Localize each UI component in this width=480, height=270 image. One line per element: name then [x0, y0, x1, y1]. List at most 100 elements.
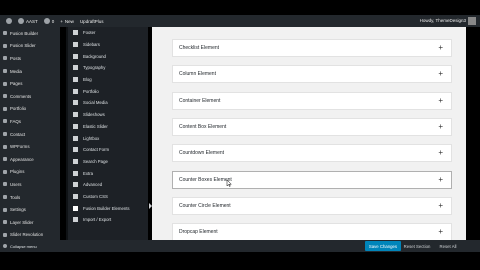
- admin-menu-item[interactable]: Posts: [0, 52, 60, 65]
- admin-menu-item[interactable]: Plugins: [0, 166, 60, 179]
- avatar[interactable]: [468, 17, 476, 25]
- element-row[interactable]: Container Element +: [172, 91, 452, 110]
- collapse-icon: [3, 244, 7, 248]
- admin-menu-item[interactable]: Settings: [0, 203, 60, 216]
- options-panel-item[interactable]: Fusion Builder Elements: [68, 202, 148, 214]
- save-changes-button[interactable]: Save Changes: [365, 241, 401, 251]
- element-label: Checklist Element: [179, 45, 220, 51]
- collapse-label: Collapse menu: [10, 243, 37, 249]
- new-item[interactable]: + New: [60, 19, 74, 24]
- main-content: Checklist Element + Column Element + Contain…: [152, 27, 466, 251]
- options-panel-item[interactable]: Custom CSS: [68, 191, 148, 203]
- expand-plus-icon[interactable]: +: [438, 96, 443, 105]
- admin-menu-item[interactable]: Layer Slider: [0, 216, 60, 229]
- element-label: Counter Boxes Element: [179, 176, 232, 183]
- howdy-user[interactable]: Howdy, ThemeDesign3: [420, 18, 466, 23]
- element-row[interactable]: Checklist Element +: [172, 39, 452, 57]
- wordpress-icon: [6, 18, 12, 24]
- menu-item-label: Settings: [10, 207, 26, 213]
- options-panel-item[interactable]: Lightbox: [68, 132, 148, 144]
- expand-plus-icon[interactable]: +: [438, 122, 443, 131]
- menu-item-icon: [3, 144, 7, 149]
- comments-item[interactable]: 0: [43, 18, 54, 24]
- element-label: Column Element: [179, 71, 216, 78]
- menu-item-label: Comments: [10, 93, 32, 99]
- admin-menu-item[interactable]: WPForms: [0, 140, 60, 153]
- options-panel-item[interactable]: Blog: [68, 74, 148, 86]
- options-item-icon: [73, 88, 78, 94]
- admin-menu-item[interactable]: Portfolio: [0, 103, 60, 116]
- menu-item-label: Tools: [10, 194, 21, 200]
- element-row[interactable]: Countdown Element +: [172, 144, 452, 163]
- options-panel-item[interactable]: Extra: [68, 167, 148, 179]
- expand-plus-icon[interactable]: +: [438, 149, 443, 157]
- options-panel-item[interactable]: Import / Export: [68, 214, 148, 226]
- options-panel-item[interactable]: Advanced: [68, 179, 148, 191]
- menu-item-label: Users: [10, 181, 22, 187]
- admin-menu-item[interactable]: Users: [0, 178, 60, 191]
- wordpress-logo-item[interactable]: [6, 18, 12, 24]
- admin-menu-item[interactable]: Media: [0, 65, 60, 78]
- admin-menu-item[interactable]: FAQs: [0, 115, 60, 128]
- admin-menu-item[interactable]: Appearance: [0, 153, 60, 166]
- options-panel: Footer Sidebars Background Typography Blog Po…: [66, 27, 152, 251]
- options-item-label: Contact Form: [83, 147, 110, 153]
- options-panel-item[interactable]: Elastic Slider: [68, 121, 148, 133]
- menu-item-label: Slider Revolution: [10, 232, 44, 238]
- admin-menu-item[interactable]: Contact: [0, 128, 60, 141]
- options-item-icon: [73, 170, 78, 176]
- menu-item-label: Fusion Slider: [10, 43, 36, 49]
- menu-item-label: Contact: [10, 131, 26, 137]
- options-item-icon: [73, 100, 78, 106]
- plus-icon: +: [60, 18, 63, 24]
- expand-plus-icon[interactable]: +: [438, 175, 443, 184]
- options-item-label: Typography: [83, 65, 106, 71]
- reset-section-button[interactable]: Reset Section: [403, 241, 431, 251]
- admin-menu-item[interactable]: Tools: [0, 191, 60, 204]
- options-item-icon: [73, 77, 78, 83]
- menu-item-icon: [3, 94, 7, 99]
- menu-item-icon: [3, 56, 7, 61]
- updraft-item[interactable]: UpdraftPlus: [80, 19, 104, 24]
- menu-item-icon: [3, 43, 7, 48]
- options-panel-item[interactable]: Social Media: [68, 97, 148, 109]
- element-row[interactable]: Dropcap Element +: [172, 223, 452, 242]
- element-label: Countdown Element: [179, 150, 225, 157]
- element-row[interactable]: Column Element +: [172, 65, 452, 84]
- collapse-menu-button[interactable]: Collapse menu: [0, 240, 60, 252]
- options-item-icon: [73, 123, 78, 129]
- expand-plus-icon[interactable]: +: [438, 228, 443, 236]
- options-panel-item[interactable]: Sidebars: [68, 39, 148, 51]
- menu-item-icon: [3, 81, 7, 86]
- menu-item-icon: [3, 69, 7, 74]
- options-item-icon: [73, 42, 78, 48]
- menu-item-label: Posts: [10, 55, 21, 61]
- options-item-label: Custom CSS: [83, 193, 108, 199]
- element-row[interactable]: Counter Boxes Element +: [172, 170, 452, 189]
- menu-item-icon: [3, 195, 7, 200]
- menu-item-label: Portfolio: [10, 106, 27, 112]
- admin-menu-item[interactable]: Fusion Slider: [0, 40, 60, 53]
- options-panel-item[interactable]: Background: [68, 50, 148, 62]
- expand-plus-icon[interactable]: +: [438, 201, 443, 210]
- menu-item-icon: [3, 207, 7, 212]
- element-label: Content Box Element: [179, 123, 227, 130]
- options-panel-item[interactable]: Search Page: [68, 156, 148, 168]
- element-row[interactable]: Counter Circle Element +: [172, 196, 452, 215]
- expand-plus-icon[interactable]: +: [438, 70, 443, 78]
- options-panel-item[interactable]: Slideshows: [68, 109, 148, 121]
- admin-menu-item[interactable]: Comments: [0, 90, 60, 103]
- admin-menu-item[interactable]: Fusion Builder: [0, 27, 60, 40]
- site-name-item[interactable]: AAST: [18, 18, 38, 24]
- expand-plus-icon[interactable]: +: [438, 44, 443, 52]
- menu-item-icon: [3, 220, 7, 225]
- options-panel-item[interactable]: Contact Form: [68, 144, 148, 156]
- menu-item-label: WPForms: [10, 144, 30, 150]
- options-panel-item[interactable]: Typography: [68, 62, 148, 74]
- options-item-icon: [73, 182, 78, 188]
- options-panel-item[interactable]: Portfolio: [68, 85, 148, 97]
- options-panel-item[interactable]: Footer: [68, 27, 148, 39]
- reset-all-button[interactable]: Reset All: [433, 241, 463, 251]
- element-row[interactable]: Content Box Element +: [172, 117, 452, 136]
- admin-menu-item[interactable]: Pages: [0, 77, 60, 90]
